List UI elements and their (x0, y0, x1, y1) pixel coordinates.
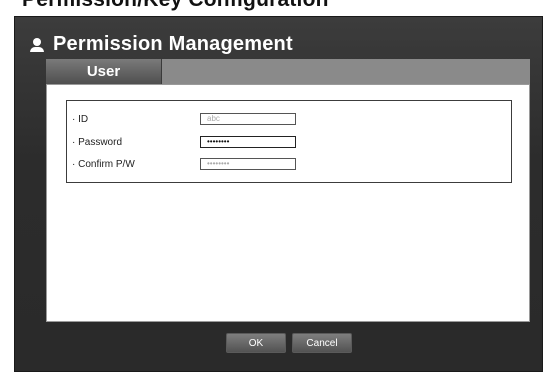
dialog-buttons: OK Cancel (226, 333, 352, 353)
user-icon (30, 37, 44, 53)
user-fields-group: · ID abc · Password •••••••• · Confirm P… (66, 100, 512, 183)
id-row: · ID abc (72, 112, 296, 126)
cancel-button[interactable]: Cancel (292, 333, 352, 353)
tab-user[interactable]: User (46, 59, 162, 84)
confirm-password-row: · Confirm P/W •••••••• (72, 157, 296, 171)
id-label: · ID (72, 113, 89, 125)
confirm-password-label: · Confirm P/W (72, 158, 135, 170)
tab-strip: User (46, 59, 530, 84)
id-field[interactable]: abc (200, 113, 296, 125)
page-heading-fragment: Permission/Key Configuration (22, 0, 329, 12)
password-row: · Password •••••••• (72, 135, 296, 149)
confirm-password-field[interactable]: •••••••• (200, 158, 296, 170)
ok-button[interactable]: OK (226, 333, 286, 353)
password-field[interactable]: •••••••• (200, 136, 296, 148)
password-label: · Password (72, 136, 123, 148)
dialog-title-bar: Permission Management (30, 30, 293, 58)
user-panel: · ID abc · Password •••••••• · Confirm P… (46, 84, 530, 322)
dialog-title: Permission Management (53, 32, 293, 55)
